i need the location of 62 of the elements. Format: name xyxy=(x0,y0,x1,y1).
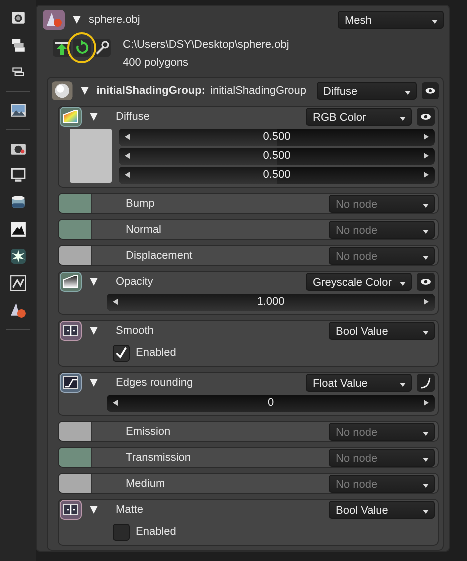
eye-icon[interactable] xyxy=(417,273,435,291)
expand-triangle-icon[interactable] xyxy=(90,379,98,387)
input-label: Diffuse xyxy=(116,111,150,123)
color-swatch[interactable] xyxy=(70,129,112,183)
star-burst-icon[interactable] xyxy=(10,248,26,265)
expand-triangle-icon[interactable] xyxy=(80,87,89,95)
object-name: sphere.obj xyxy=(89,14,140,26)
slider-value: 0 xyxy=(268,397,274,409)
cylinder-icon[interactable] xyxy=(10,194,26,211)
shader-dropdown[interactable]: Diffuse xyxy=(316,82,418,100)
refresh-icon[interactable] xyxy=(73,39,91,57)
input-label: Edges rounding xyxy=(116,377,194,389)
input-label: Normal xyxy=(126,224,162,236)
input-label: Displacement xyxy=(126,250,193,262)
slider-track[interactable]: 1.000 xyxy=(107,294,435,311)
curve-button-icon[interactable] xyxy=(417,374,435,392)
expand-triangle-icon[interactable] xyxy=(90,327,98,335)
input-label: Opacity xyxy=(116,276,154,288)
type-dropdown[interactable]: Bool Value xyxy=(329,501,435,519)
checkbox-label: Enabled xyxy=(136,526,176,538)
shade-gradient-icon[interactable] xyxy=(60,272,82,292)
input-label: Matte xyxy=(116,504,144,516)
expand-triangle-icon[interactable] xyxy=(90,278,98,286)
monitor-icon[interactable] xyxy=(10,167,26,184)
group-label: initialShadingGroup: xyxy=(96,85,206,97)
eye-icon[interactable] xyxy=(417,108,435,126)
expand-triangle-icon[interactable] xyxy=(73,16,81,24)
file-path: C:\Users\DSY\Desktop\sphere.obj xyxy=(123,39,290,51)
slider-value: 1.000 xyxy=(257,296,285,308)
layers-icon[interactable] xyxy=(10,37,26,54)
type-dropdown[interactable]: Greyscale Color xyxy=(306,273,412,291)
camera-icon[interactable] xyxy=(10,10,26,27)
cone-sphere-icon[interactable] xyxy=(10,302,26,319)
expand-triangle-icon[interactable] xyxy=(90,113,98,121)
toggle-icon[interactable] xyxy=(60,500,82,520)
highlight-ring xyxy=(67,32,97,64)
gradient-swatch-icon[interactable] xyxy=(60,107,82,127)
upload-icon[interactable] xyxy=(53,39,71,57)
checkbox-label: Enabled xyxy=(136,347,176,359)
type-dropdown[interactable]: Float Value xyxy=(306,374,412,392)
polygon-count: 400 polygons xyxy=(123,57,190,69)
slider-track[interactable]: 0 xyxy=(107,395,435,412)
type-dropdown[interactable]: Bool Value xyxy=(329,322,435,340)
landscape-icon[interactable] xyxy=(10,102,26,119)
checkbox[interactable] xyxy=(113,524,130,540)
input-label: Bump xyxy=(126,198,155,210)
type-dropdown[interactable]: Mesh xyxy=(338,11,444,29)
type-dropdown[interactable]: RGB Color xyxy=(306,108,412,126)
mountain-icon[interactable] xyxy=(10,221,26,238)
expand-triangle-icon[interactable] xyxy=(90,506,98,514)
input-label: Smooth xyxy=(116,325,154,337)
input-label: Emission xyxy=(126,426,171,438)
curve-icon[interactable] xyxy=(60,373,82,393)
toggle-icon[interactable] xyxy=(60,321,82,341)
input-label: Medium xyxy=(126,478,166,490)
slider-value: 0.500 xyxy=(263,150,291,162)
slider-value: 0.500 xyxy=(263,169,291,181)
eye-icon[interactable] xyxy=(422,82,439,100)
group-name: initialShadingGroup xyxy=(210,85,307,97)
slider-value: 0.500 xyxy=(263,131,291,143)
checkbox[interactable] xyxy=(113,344,130,362)
input-label: Transmission xyxy=(126,452,191,464)
